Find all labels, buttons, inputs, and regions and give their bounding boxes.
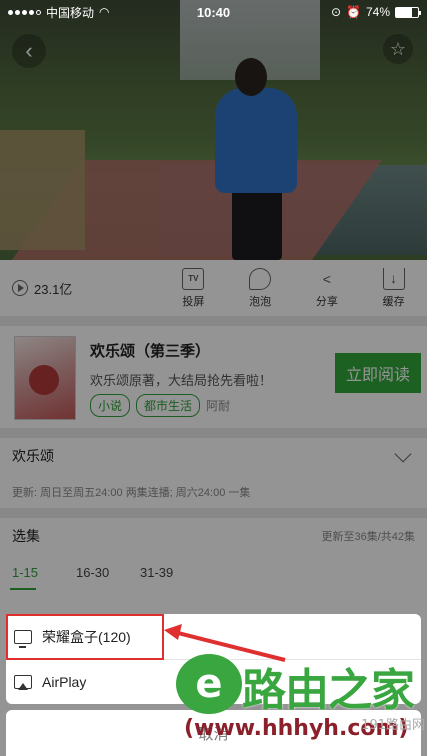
airplay-icon <box>14 675 32 690</box>
battery-icon <box>395 6 421 18</box>
wifi-icon: ◠ <box>99 5 110 19</box>
watermark-brand: 路由之家 <box>242 665 415 716</box>
annotation-highlight-box <box>6 614 164 660</box>
watermark-sub: 191路由网 <box>361 718 425 733</box>
lock-rotation-icon: ⊙ <box>330 5 342 19</box>
carrier-label: 中国移动 <box>46 5 95 20</box>
device-name: AirPlay <box>42 674 87 690</box>
status-bar: 中国移动 ◠ 10:40 ⊙ ⏰ 74% <box>0 0 427 24</box>
status-right: ⊙ ⏰ 74% <box>330 5 421 19</box>
status-left: 中国移动 ◠ <box>8 4 110 21</box>
battery-percent: 74% <box>365 5 390 19</box>
watermark: e 路由之家 (www.hhhyh.com) 191路由网 <box>176 654 427 756</box>
alarm-icon: ⏰ <box>346 5 361 19</box>
watermark-logo-icon: e <box>176 654 242 714</box>
signal-icon <box>8 9 41 15</box>
